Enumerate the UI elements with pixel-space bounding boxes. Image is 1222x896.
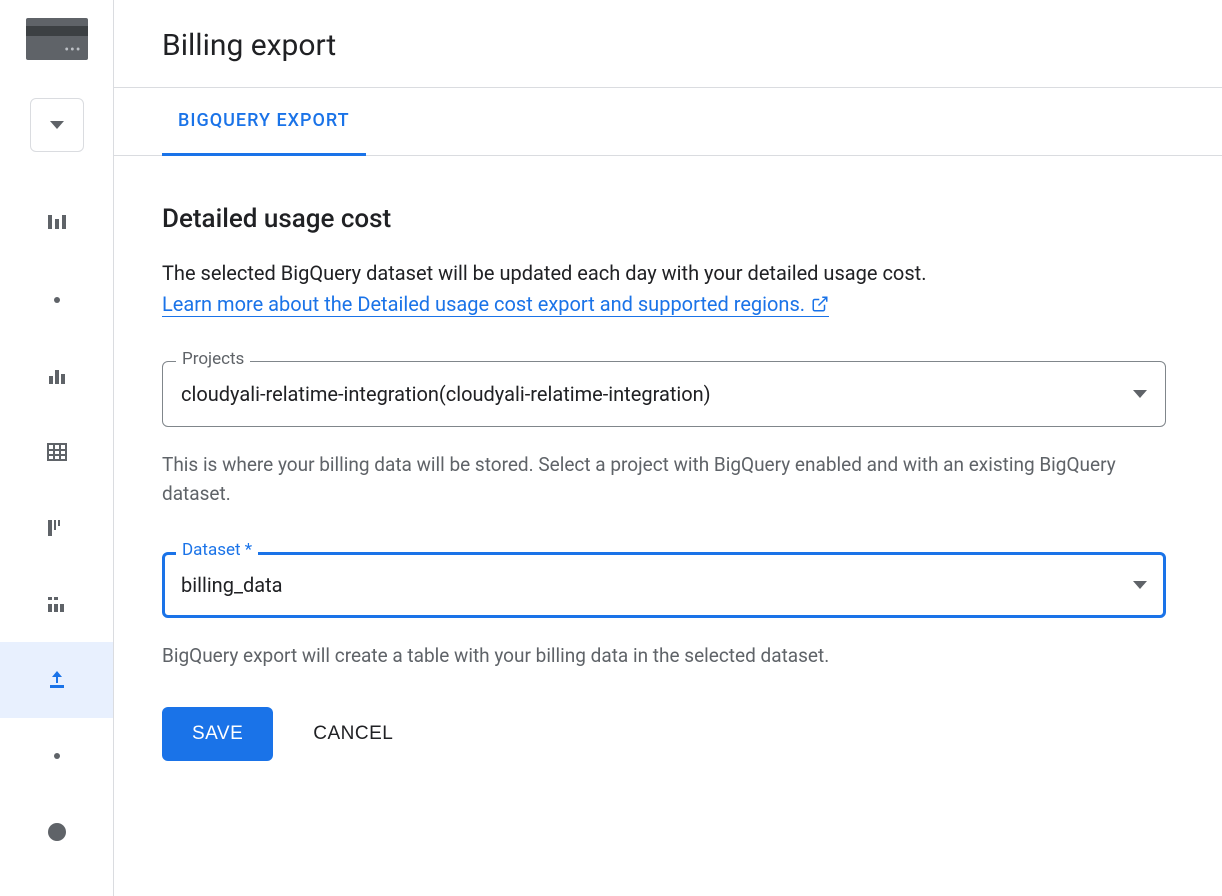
projects-helper: This is where your billing data will be …: [162, 451, 1166, 508]
export-icon: [45, 668, 69, 692]
projects-label: Projects: [176, 349, 250, 369]
dataset-helper: BigQuery export will create a table with…: [162, 642, 1166, 671]
billing-card-icon: [26, 18, 88, 60]
nav-item-billing-export[interactable]: [0, 642, 113, 718]
nav-item-reports[interactable]: [0, 338, 113, 414]
cancel-button[interactable]: CANCEL: [313, 723, 393, 745]
nav-item-dot-1[interactable]: [0, 262, 113, 338]
content-area: Detailed usage cost The selected BigQuer…: [114, 156, 1214, 761]
main-content: Billing export BIGQUERY EXPORT Detailed …: [114, 0, 1222, 896]
sidebar-collapse-toggle[interactable]: [30, 98, 84, 152]
tabs-bar: BIGQUERY EXPORT: [114, 88, 1222, 156]
action-buttons: SAVE CANCEL: [162, 707, 1166, 761]
required-marker: *: [245, 540, 252, 560]
chevron-down-icon: [1133, 581, 1147, 589]
projects-value: cloudyali-relatime-integration(cloudyali…: [181, 382, 711, 406]
save-button[interactable]: SAVE: [162, 707, 273, 761]
link-text: Learn more about the Detailed usage cost…: [162, 292, 805, 316]
dashboard-icon: [45, 212, 69, 236]
projects-select[interactable]: cloudyali-relatime-integration(cloudyali…: [162, 361, 1166, 427]
sidebar: [0, 0, 114, 896]
dollar-circle-icon: [45, 820, 69, 844]
dataset-select[interactable]: billing_data: [162, 552, 1166, 618]
nav-item-cost-table[interactable]: [0, 414, 113, 490]
external-link-icon: [811, 295, 829, 313]
page-title: Billing export: [162, 28, 1174, 63]
dot-icon: [54, 297, 60, 303]
chevron-down-icon: [1133, 390, 1147, 398]
commitments-icon: [45, 592, 69, 616]
learn-more-link[interactable]: Learn more about the Detailed usage cost…: [162, 292, 829, 317]
chevron-down-icon: [50, 121, 64, 129]
dataset-label: Dataset *: [176, 540, 258, 560]
dot-icon: [54, 753, 60, 759]
nav-item-dot-2[interactable]: [0, 718, 113, 794]
nav-item-commitments[interactable]: [0, 566, 113, 642]
section-description: The selected BigQuery dataset will be up…: [162, 258, 1166, 288]
bar-chart-icon: [45, 364, 69, 388]
breakdown-icon: [45, 516, 69, 540]
page-header: Billing export: [114, 0, 1222, 88]
dataset-field: Dataset * billing_data: [162, 552, 1166, 618]
nav-item-cost-breakdown[interactable]: [0, 490, 113, 566]
projects-field: Projects cloudyali-relatime-integration(…: [162, 361, 1166, 427]
dataset-value: billing_data: [181, 573, 283, 597]
section-title: Detailed usage cost: [162, 204, 1166, 234]
nav-item-pricing[interactable]: [0, 794, 113, 870]
tab-bigquery-export[interactable]: BIGQUERY EXPORT: [162, 88, 366, 156]
nav-item-overview[interactable]: [0, 186, 113, 262]
table-icon: [45, 440, 69, 464]
